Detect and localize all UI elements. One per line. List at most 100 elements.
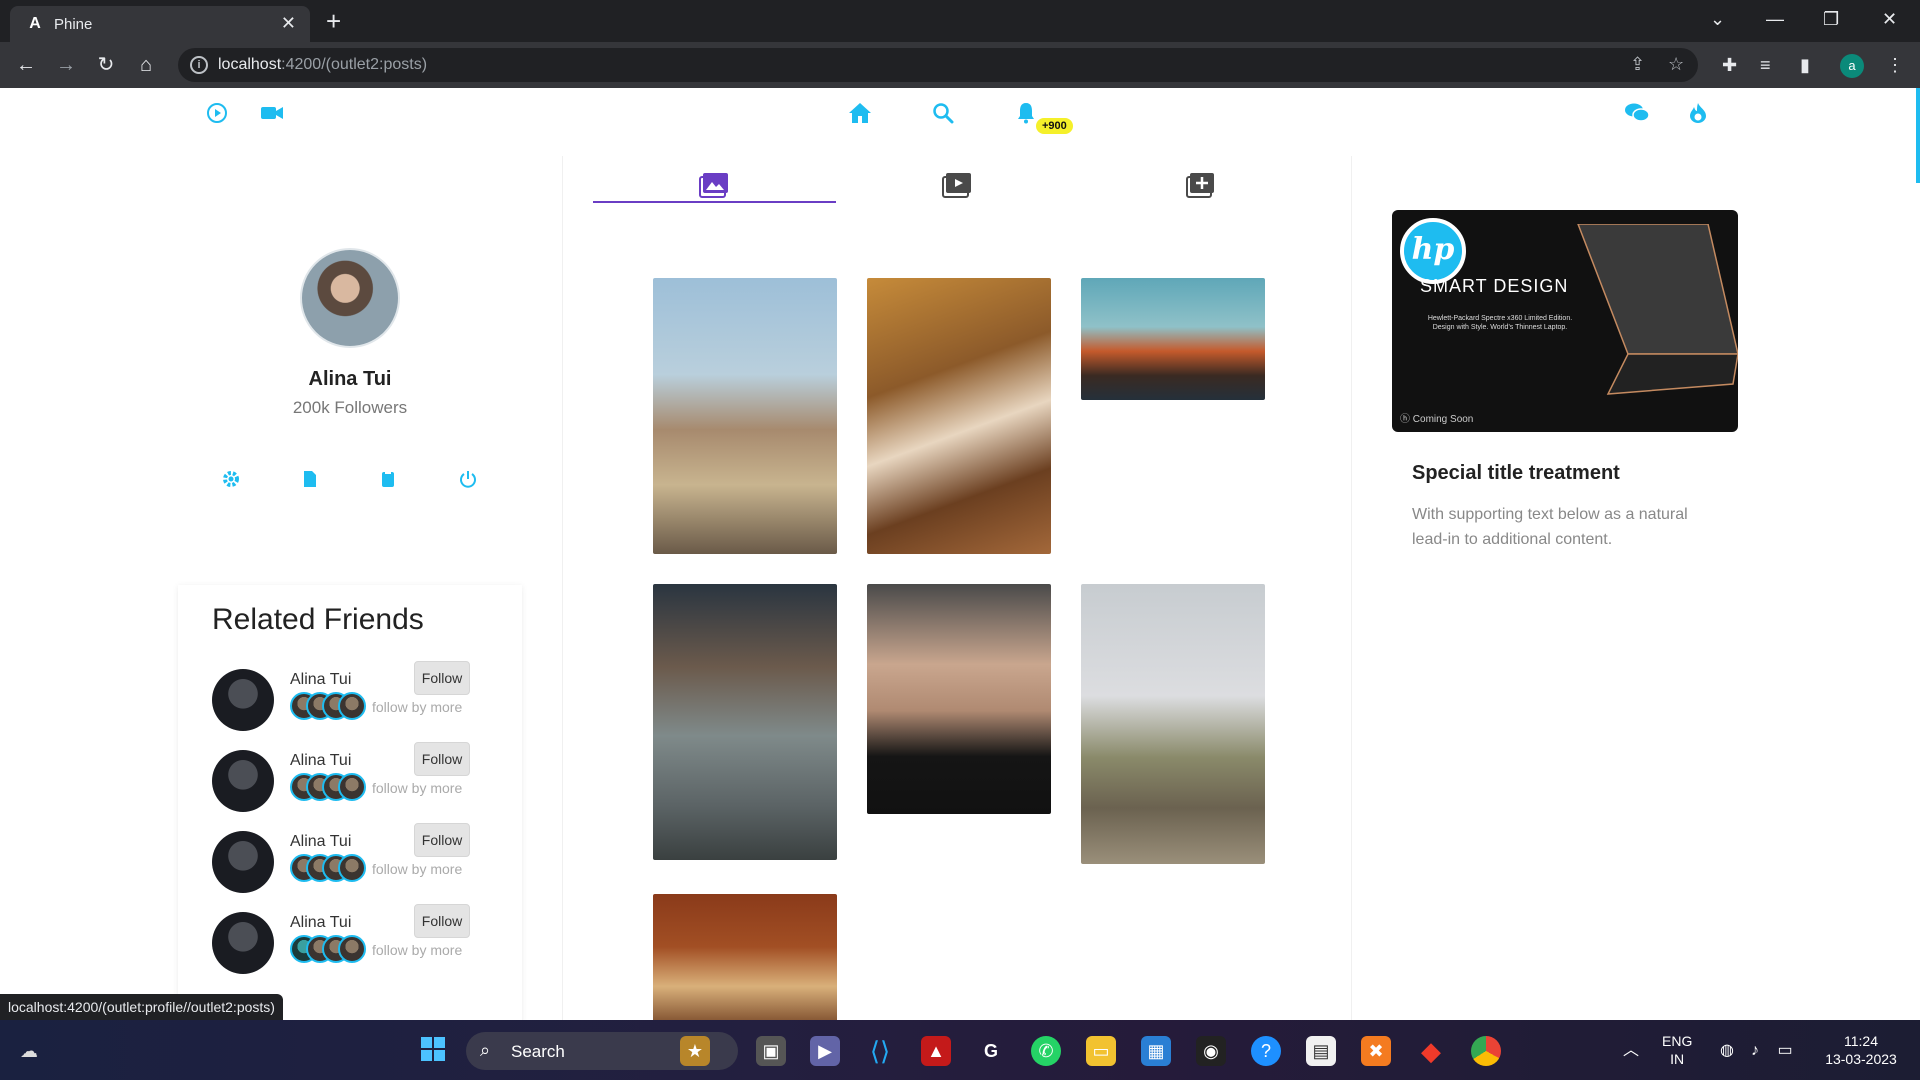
menu-dots-icon[interactable]: ⋮ <box>1886 52 1904 78</box>
follow-by-more: follow by more <box>372 942 463 958</box>
forward-icon[interactable]: → <box>52 51 80 79</box>
card-text: With supporting text below as a natural … <box>1412 506 1688 548</box>
video-camera-icon[interactable] <box>260 102 284 130</box>
clock[interactable]: 11:24 13-03-2023 <box>1816 1032 1906 1068</box>
browser-tab-bar: A Phine ✕ + ⌄ — ❐ ✕ <box>0 0 1920 42</box>
friend-item: Alina Tui follow by more Follow <box>212 904 512 978</box>
profile-avatar-image[interactable] <box>300 248 400 348</box>
home-browser-icon[interactable]: ⌂ <box>132 51 160 79</box>
photo-mountain-sunset[interactable] <box>1081 278 1265 400</box>
weather-icon[interactable]: ☁ <box>14 1036 44 1066</box>
file-explorer-icon[interactable]: ▭ <box>1086 1036 1116 1066</box>
battery-icon[interactable]: ▭ <box>1770 1036 1800 1066</box>
back-icon[interactable]: ← <box>12 51 40 79</box>
teams-icon[interactable]: ▶ <box>810 1036 840 1066</box>
share-icon[interactable]: ⇪ <box>1630 54 1645 75</box>
language-indicator[interactable]: ENG IN <box>1662 1032 1692 1068</box>
network-icon[interactable]: ◍ <box>1712 1036 1742 1066</box>
photo-bearded-man-on-pier[interactable] <box>653 278 837 554</box>
app-g-icon[interactable]: G <box>976 1036 1006 1066</box>
hp-ad-banner[interactable]: hp SMART DESIGN Hewlett-Packard Spectre … <box>1392 210 1738 432</box>
posts-feed <box>562 156 1352 1020</box>
bookmark-star-icon[interactable]: ☆ <box>1668 54 1684 75</box>
search-icon[interactable] <box>932 102 954 130</box>
vscode-icon[interactable]: ⟨⟩ <box>865 1036 895 1066</box>
bell-icon[interactable] <box>1016 102 1036 130</box>
settings-icon[interactable] <box>222 470 240 493</box>
follow-by-more: follow by more <box>372 699 463 715</box>
store-icon[interactable]: ▤ <box>1306 1036 1336 1066</box>
related-friends-title: Related Friends <box>212 603 424 636</box>
status-bar-url: localhost:4200/(outlet:profile//outlet2:… <box>0 994 283 1020</box>
site-info-icon[interactable]: i <box>190 56 208 74</box>
side-panel-icon[interactable]: ▮ <box>1800 52 1810 78</box>
extensions-icon[interactable]: ✚ <box>1722 52 1737 78</box>
restore-icon[interactable]: ❐ <box>1823 6 1839 32</box>
laptop-image <box>1577 224 1738 395</box>
friend-avatar[interactable] <box>212 912 274 974</box>
friend-item: Alina Tui follow by more Follow <box>212 661 512 735</box>
hp-logo: hp <box>1400 218 1466 284</box>
photo-man-grey-tshirt[interactable] <box>653 584 837 860</box>
friend-avatar[interactable] <box>212 669 274 731</box>
follow-button[interactable]: Follow <box>414 742 470 776</box>
friend-name[interactable]: Alina Tui <box>290 671 351 689</box>
task-view-icon[interactable]: ▣ <box>756 1036 786 1066</box>
add-post-tab-icon[interactable] <box>1186 172 1216 205</box>
follow-button[interactable]: Follow <box>414 823 470 857</box>
follow-button[interactable]: Follow <box>414 904 470 938</box>
photo-woman-sitting-on-floor[interactable] <box>867 278 1051 554</box>
friend-avatar[interactable] <box>212 831 274 893</box>
xampp-icon[interactable]: ✖ <box>1361 1036 1391 1066</box>
follow-by-more: follow by more <box>372 861 463 877</box>
browser-tab[interactable]: A Phine ✕ <box>10 6 310 42</box>
friend-name[interactable]: Alina Tui <box>290 914 351 932</box>
document-icon[interactable] <box>302 470 318 493</box>
photo-woman-with-hat[interactable] <box>653 894 837 1020</box>
ad-footer: ⓗ Coming Soon <box>1400 414 1474 425</box>
calculator-icon[interactable]: ▦ <box>1141 1036 1171 1066</box>
app-page: +900 Alina Tui 200k Followers Related Fr… <box>0 88 1920 1020</box>
photo-woman-portrait-dark[interactable] <box>867 584 1051 814</box>
window-close-icon[interactable]: ✕ <box>1882 6 1897 32</box>
browser-toolbar: ← → ↻ ⌂ i localhost:4200/(outlet2:posts)… <box>0 42 1920 88</box>
profile-name: Alina Tui <box>308 368 392 390</box>
start-icon[interactable] <box>418 1036 448 1066</box>
profile-followers: 200k Followers <box>292 398 408 417</box>
whatsapp-icon[interactable]: ✆ <box>1031 1036 1061 1066</box>
scrollbar[interactable] <box>1916 88 1920 183</box>
friend-avatar[interactable] <box>212 750 274 812</box>
related-friends-card: Related Friends Alina Tui follow by more… <box>178 585 522 1020</box>
tab-title: Phine <box>54 16 93 33</box>
windows-taskbar: ☁ ⌕ Search ★ ▣ ▶ ⟨⟩ ▲ G ✆ ▭ ▦ ◉ ? ▤ ✖ ◆ … <box>0 1020 1920 1080</box>
app-red-icon[interactable]: ▲ <box>921 1036 951 1066</box>
figma-icon[interactable]: ◉ <box>1196 1036 1226 1066</box>
mutual-avatars <box>290 854 366 882</box>
tab-close-icon[interactable]: ✕ <box>281 13 296 34</box>
play-circle-icon[interactable] <box>206 102 228 130</box>
chrome-icon[interactable] <box>1471 1036 1501 1066</box>
help-icon[interactable]: ? <box>1251 1036 1281 1066</box>
friend-name[interactable]: Alina Tui <box>290 752 351 770</box>
app-diamond-icon[interactable]: ◆ <box>1416 1036 1446 1066</box>
media-icon[interactable]: ≡ <box>1760 52 1771 78</box>
profile-avatar[interactable]: a <box>1840 54 1864 78</box>
chat-icon[interactable] <box>1624 102 1650 130</box>
home-icon[interactable] <box>848 102 872 130</box>
clipboard-icon[interactable] <box>380 470 396 493</box>
photo-woman-on-rock[interactable] <box>1081 584 1265 864</box>
follow-button[interactable]: Follow <box>414 661 470 695</box>
volume-icon[interactable]: ♪ <box>1740 1036 1770 1066</box>
reload-icon[interactable]: ↻ <box>92 51 120 79</box>
tab-search-chevron-icon[interactable]: ⌄ <box>1710 6 1725 32</box>
friend-name[interactable]: Alina Tui <box>290 833 351 851</box>
show-hidden-icons[interactable]: ︿ <box>1616 1036 1646 1066</box>
minimize-icon[interactable]: — <box>1766 6 1784 32</box>
address-bar[interactable]: i localhost:4200/(outlet2:posts) ⇪ ☆ <box>178 48 1698 82</box>
fire-icon[interactable] <box>1688 102 1708 130</box>
videos-tab-icon[interactable] <box>942 172 972 205</box>
mutual-avatars <box>290 773 366 801</box>
new-tab-icon[interactable]: + <box>326 6 341 36</box>
power-icon[interactable] <box>459 470 477 493</box>
ad-subline: Hewlett-Packard Spectre x360 Limited Edi… <box>1427 315 1573 331</box>
